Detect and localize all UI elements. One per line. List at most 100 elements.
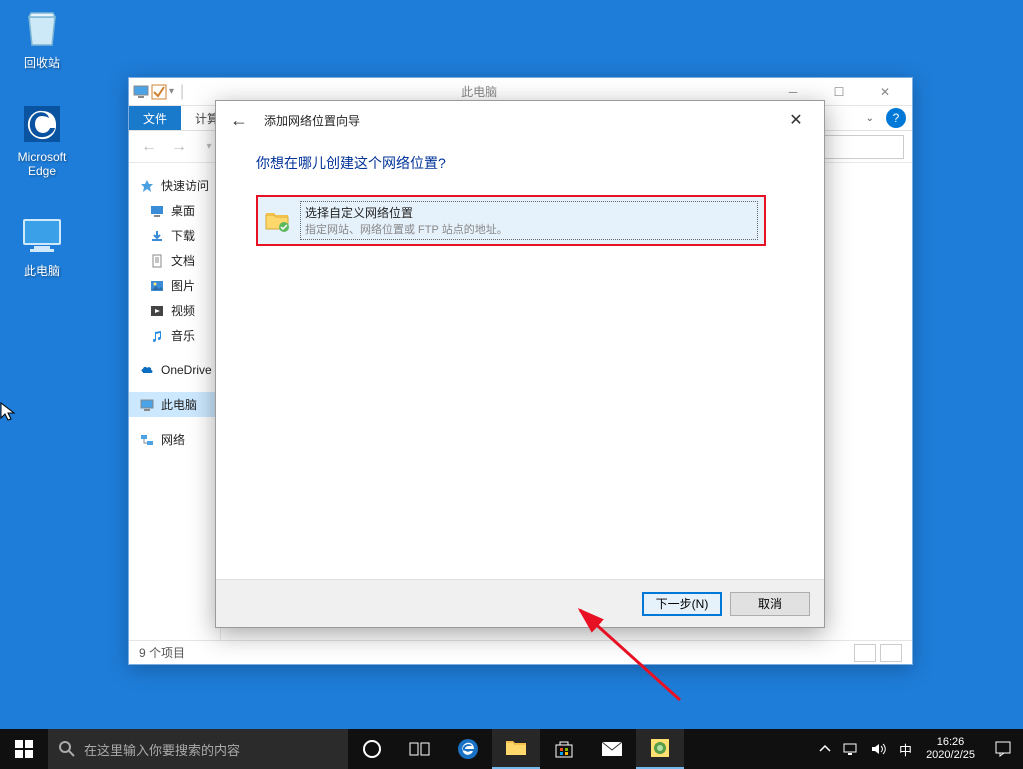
qat-separator: |	[180, 83, 184, 101]
store-icon	[554, 739, 574, 759]
task-view-button[interactable]	[396, 729, 444, 769]
sidebar-item-label: 视频	[171, 302, 195, 319]
taskbar-edge[interactable]	[444, 729, 492, 769]
sidebar-item-label: 快速访问	[161, 177, 209, 194]
close-button[interactable]: ✕	[862, 78, 908, 106]
wizard-heading: 你想在哪儿创建这个网络位置?	[256, 153, 784, 173]
nav-forward-button[interactable]: →	[167, 135, 191, 159]
option-description: 指定网站、网络位置或 FTP 站点的地址。	[305, 221, 753, 237]
sidebar-item-onedrive[interactable]: OneDrive	[129, 358, 220, 382]
desktop-icon-recycle-bin[interactable]: 回收站	[4, 4, 80, 71]
option-custom-network-location[interactable]: 选择自定义网络位置 指定网站、网络位置或 FTP 站点的地址。	[256, 195, 766, 246]
download-icon	[149, 228, 165, 244]
nav-back-button[interactable]: ←	[137, 135, 161, 159]
desktop-icon-this-pc[interactable]: 此电脑	[4, 212, 80, 279]
taskbar-app[interactable]	[636, 729, 684, 769]
cortana-icon	[362, 739, 382, 759]
sidebar-item-label: 文档	[171, 252, 195, 269]
notification-icon	[994, 740, 1012, 758]
tray-network-button[interactable]	[837, 729, 865, 769]
cancel-button[interactable]: 取消	[730, 592, 810, 616]
sidebar-item-label: 下载	[171, 227, 195, 244]
sidebar-item-desktop[interactable]: 桌面	[129, 198, 220, 223]
desktop-icon-label: 此电脑	[4, 262, 80, 279]
explorer-title: 此电脑	[188, 83, 770, 100]
volume-icon	[871, 742, 887, 756]
status-item-count: 9 个项目	[139, 644, 185, 661]
search-placeholder: 在这里输入你要搜索的内容	[84, 740, 240, 759]
sidebar-item-downloads[interactable]: 下载	[129, 223, 220, 248]
ribbon-expand-icon[interactable]: ⌄	[866, 113, 874, 124]
wizard-title: 添加网络位置向导	[264, 112, 360, 129]
taskbar-mail[interactable]	[588, 729, 636, 769]
taskbar-explorer[interactable]	[492, 729, 540, 769]
checkbox-icon	[151, 84, 167, 100]
sidebar-item-label: OneDrive	[161, 363, 212, 377]
taskbar-search-input[interactable]: 在这里输入你要搜索的内容	[48, 729, 348, 769]
this-pc-icon	[18, 212, 66, 260]
tray-ime-button[interactable]: 中	[893, 729, 918, 769]
sidebar-item-label: 图片	[171, 277, 195, 294]
next-button[interactable]: 下一步(N)	[642, 592, 722, 616]
taskbar-clock[interactable]: 16:26 2020/2/25	[918, 736, 983, 762]
desktop-icon	[149, 203, 165, 219]
recycle-bin-icon	[18, 4, 66, 52]
wizard-footer: 下一步(N) 取消	[216, 579, 824, 627]
folder-network-icon	[264, 207, 292, 235]
pictures-icon	[149, 278, 165, 294]
sidebar-item-pictures[interactable]: 图片	[129, 273, 220, 298]
explorer-statusbar: 9 个项目	[129, 640, 912, 664]
sidebar-item-music[interactable]: 音乐	[129, 323, 220, 348]
folder-icon	[505, 739, 527, 757]
start-button[interactable]	[0, 729, 48, 769]
sidebar-item-label: 网络	[161, 431, 185, 448]
document-icon	[149, 253, 165, 269]
qat-divider: ▾	[169, 86, 174, 97]
wizard-back-button[interactable]: ←	[224, 105, 254, 135]
explorer-sidebar: 快速访问 桌面 下载 文档 图片 视频	[129, 163, 221, 640]
desktop-icon-label: 回收站	[4, 54, 80, 71]
task-view-icon	[409, 740, 431, 758]
cortana-button[interactable]	[348, 729, 396, 769]
taskbar-store[interactable]	[540, 729, 588, 769]
view-details-button[interactable]	[854, 644, 876, 662]
sidebar-item-videos[interactable]: 视频	[129, 298, 220, 323]
sidebar-item-quick-access[interactable]: 快速访问	[129, 173, 220, 198]
sidebar-item-documents[interactable]: 文档	[129, 248, 220, 273]
edge-icon	[18, 100, 66, 148]
network-icon	[139, 432, 155, 448]
tray-overflow-button[interactable]	[813, 729, 837, 769]
cursor-icon	[0, 402, 18, 422]
mail-icon	[601, 740, 623, 758]
add-network-location-wizard: ← 添加网络位置向导 ✕ 你想在哪儿创建这个网络位置? 选择自定义网络位置 指定…	[215, 100, 825, 628]
option-title: 选择自定义网络位置	[305, 204, 753, 221]
sidebar-item-label: 音乐	[171, 327, 195, 344]
videos-icon	[149, 303, 165, 319]
help-button[interactable]: ?	[886, 108, 906, 128]
view-large-button[interactable]	[880, 644, 902, 662]
tab-file[interactable]: 文件	[129, 106, 181, 130]
sidebar-item-this-pc[interactable]: 此电脑	[129, 392, 220, 417]
wizard-header[interactable]: ← 添加网络位置向导 ✕	[216, 101, 824, 139]
star-icon	[139, 178, 155, 194]
this-pc-small-icon	[133, 84, 149, 100]
clock-date: 2020/2/25	[926, 749, 975, 762]
sidebar-item-label: 桌面	[171, 202, 195, 219]
system-tray: 中 16:26 2020/2/25	[813, 729, 1023, 769]
network-tray-icon	[843, 742, 859, 756]
desktop-icon-label: Microsoft Edge	[4, 150, 80, 178]
chevron-up-icon	[819, 743, 831, 755]
onedrive-icon	[139, 362, 155, 378]
this-pc-icon	[139, 397, 155, 413]
sidebar-item-label: 此电脑	[161, 396, 197, 413]
edge-icon	[456, 737, 480, 761]
tray-volume-button[interactable]	[865, 729, 893, 769]
music-icon	[149, 328, 165, 344]
action-center-button[interactable]	[983, 729, 1023, 769]
taskbar: 在这里输入你要搜索的内容 中 16:26 2020/2/25	[0, 729, 1023, 769]
wizard-close-button[interactable]: ✕	[776, 105, 816, 135]
windows-logo-icon	[15, 740, 33, 758]
sidebar-item-network[interactable]: 网络	[129, 427, 220, 452]
desktop-icon-edge[interactable]: Microsoft Edge	[4, 100, 80, 178]
clock-time: 16:26	[926, 736, 975, 749]
